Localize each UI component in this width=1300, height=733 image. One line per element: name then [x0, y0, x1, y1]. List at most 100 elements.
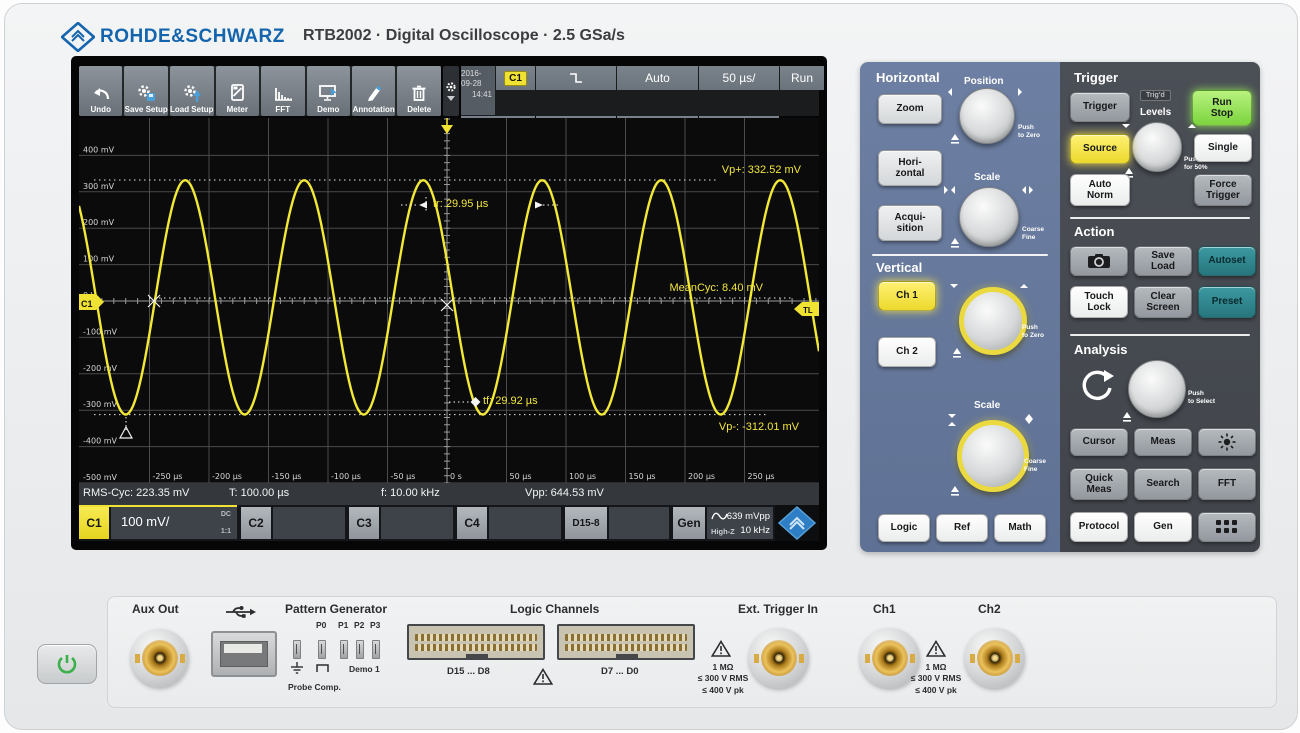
save-load-button[interactable]: Save Load — [1134, 246, 1192, 276]
generator-info-cell[interactable]: High-Z 639 mVpp 10 kHz — [707, 507, 773, 539]
channel-badge: C1 — [504, 71, 527, 86]
channel4-settings-cell[interactable] — [489, 507, 561, 539]
logic-button[interactable]: Logic — [878, 514, 930, 542]
vertical-scale-knob[interactable] — [957, 420, 1029, 492]
generator-button[interactable]: Gen — [1134, 512, 1192, 542]
bnc-lug — [180, 654, 185, 663]
save-setup-button[interactable]: Save Setup — [124, 66, 167, 116]
undo-button[interactable]: Undo — [79, 66, 122, 116]
generator-tab[interactable]: Gen — [673, 507, 705, 539]
usb-port — [211, 631, 277, 677]
channel3-tab[interactable]: C3 — [349, 507, 379, 539]
period-measurement: T: 100.00 µs — [229, 487, 289, 499]
trigger-mode-cell[interactable]: Auto — [617, 66, 698, 90]
channel-marker-text: C1 — [81, 299, 93, 309]
annotation-icon — [363, 83, 385, 103]
trigger-edge-cell[interactable] — [536, 66, 616, 90]
rotate-left-icon — [948, 88, 952, 96]
zoom-button[interactable]: Zoom — [878, 94, 942, 124]
toolbar-settings-button[interactable] — [443, 66, 459, 116]
autoset-button[interactable]: Autoset — [1198, 246, 1256, 276]
force-trigger-button[interactable]: Force Trigger — [1194, 174, 1252, 206]
delete-button[interactable]: Delete — [397, 66, 440, 116]
channel1-button[interactable]: Ch 1 — [878, 281, 936, 311]
ground-symbol-icon — [290, 662, 304, 674]
horizontal-scale-knob[interactable] — [959, 187, 1019, 247]
cursor-button[interactable]: Cursor — [1070, 428, 1128, 456]
horizontal-section-title: Horizontal — [876, 70, 940, 85]
horizontal-position-knob[interactable] — [959, 88, 1015, 144]
demo-button[interactable]: Demo — [307, 66, 350, 116]
camera-icon — [1087, 253, 1111, 269]
channel2-settings-cell[interactable] — [273, 507, 345, 539]
pin-p3-label: P3 — [370, 620, 380, 631]
rotate-right-icon — [1018, 88, 1022, 96]
math-button[interactable]: Math — [994, 514, 1046, 542]
single-button[interactable]: Single — [1194, 134, 1252, 162]
channel2-button[interactable]: Ch 2 — [878, 337, 936, 367]
generator-amplitude: 639 mVpp — [727, 511, 770, 522]
acquisition-state-cell[interactable]: Run — [780, 66, 824, 90]
rms-measurement: RMS-Cyc: 223.35 mV — [83, 487, 189, 499]
auto-norm-button[interactable]: Auto Norm — [1070, 174, 1130, 206]
acquisition-button[interactable]: Acqui- sition — [878, 205, 942, 241]
touch-lock-button[interactable]: Touch Lock — [1070, 286, 1128, 318]
status-readouts: C1 Auto 50 µs/ Run 2016-09-28 14:41 -16 … — [461, 66, 819, 116]
time-text: 14:41 — [472, 90, 492, 100]
toolbar-label: Undo — [91, 105, 111, 114]
trigger-level-knob[interactable] — [1132, 122, 1182, 172]
channel3-settings-cell[interactable] — [381, 507, 453, 539]
trigger-menu-button[interactable]: Trigger — [1070, 92, 1130, 122]
protocol-button[interactable]: Protocol — [1070, 512, 1128, 542]
apps-button[interactable] — [1198, 512, 1256, 542]
aux-out-connector — [131, 629, 189, 687]
vertical-scale-label: Scale — [974, 400, 1000, 411]
clear-screen-button[interactable]: Clear Screen — [1134, 286, 1192, 318]
channel4-tab[interactable]: C4 — [457, 507, 487, 539]
fft-button[interactable]: FFT — [261, 66, 304, 116]
fft-icon — [271, 83, 295, 103]
analysis-navigation-knob[interactable] — [1128, 360, 1186, 418]
run-stop-button[interactable]: Run Stop — [1192, 90, 1252, 126]
pulse-symbol-icon — [316, 663, 330, 673]
timebase-cell[interactable]: 50 µs/ — [699, 66, 779, 90]
meter-button[interactable]: Meter — [216, 66, 259, 116]
vertical-position-knob[interactable] — [959, 287, 1027, 355]
logic-connector-d7-d0 — [557, 624, 695, 660]
brightness-button[interactable] — [1198, 428, 1256, 456]
fft-panel-button[interactable]: FFT — [1198, 468, 1256, 500]
logic-channels-label: Logic Channels — [510, 602, 599, 616]
meas-button[interactable]: Meas — [1134, 428, 1192, 456]
quick-meas-button[interactable]: Quick Meas — [1070, 468, 1128, 500]
channel2-tab[interactable]: C2 — [241, 507, 271, 539]
brand-name: ROHDE&SCHWARZ — [100, 26, 285, 48]
digital-channels-tab[interactable]: D15-8 — [565, 507, 607, 539]
trigger-source-button[interactable]: Source — [1070, 134, 1130, 164]
vertical-section-title: Vertical — [876, 260, 922, 275]
brightness-sun-icon — [1218, 433, 1236, 451]
bnc-gold-ring — [142, 640, 178, 676]
ref-button[interactable]: Ref — [936, 514, 988, 542]
search-button[interactable]: Search — [1134, 468, 1192, 500]
annotation-button[interactable]: Annotation — [352, 66, 395, 116]
digital-settings-cell[interactable] — [609, 507, 669, 539]
power-button[interactable] — [37, 644, 97, 684]
channel1-tab[interactable]: C1 — [79, 507, 109, 539]
aux-out-label: Aux Out — [132, 602, 179, 616]
frequency-measurement: f: 10.00 kHz — [381, 487, 440, 499]
connector-notch — [466, 654, 488, 660]
screenshot-button[interactable] — [1070, 246, 1128, 276]
trigger-position-marker[interactable] — [441, 118, 453, 134]
channel1-level-marker[interactable]: C1 — [79, 294, 104, 310]
load-setup-button[interactable]: Load Setup — [170, 66, 214, 116]
trigger-source-cell[interactable]: C1 — [496, 66, 535, 90]
measurement-results-bar: RMS-Cyc: 223.35 mV T: 100.00 µs f: 10.00… — [79, 483, 819, 505]
channel-warning-text: 1 MΩ ≤ 300 V RMS ≤ 400 V pk — [906, 662, 966, 696]
chevron-down-icon — [447, 96, 455, 101]
channel1-settings-cell[interactable]: 100 mV/ DC 1:1 — [111, 507, 237, 539]
ext-trigger-label: Ext. Trigger In — [738, 602, 818, 616]
horizontal-menu-button[interactable]: Hori- zontal — [878, 150, 942, 186]
trigger-level-marker[interactable]: TL — [794, 302, 819, 316]
preset-button[interactable]: Preset — [1198, 286, 1256, 318]
compress-icon — [944, 186, 948, 194]
